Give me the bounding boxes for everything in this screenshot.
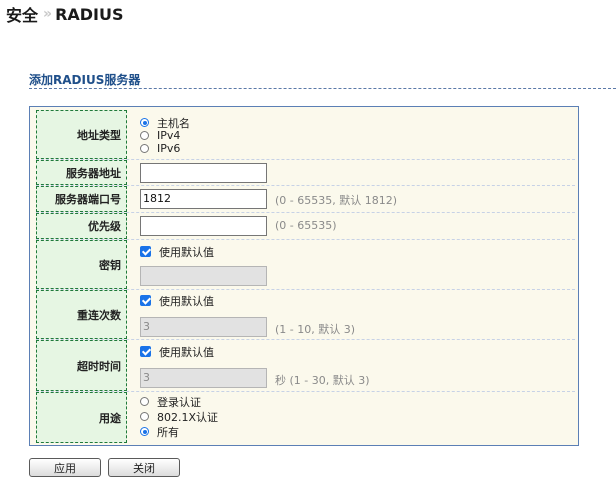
usage-label: 用途 (36, 392, 127, 443)
row-server-port: 服务器端口号 1812 (0 - 65535, 默认 1812) (36, 186, 575, 213)
breadcrumb-separator-icon: » (43, 6, 52, 22)
usage-8021x-option[interactable]: 802.1X认证 (140, 410, 219, 424)
address-type-hostname-option[interactable]: 主机名 (140, 116, 190, 130)
radio-icon[interactable] (140, 412, 149, 421)
breadcrumb-parent: 安全 (6, 6, 39, 25)
address-type-ipv6-label: IPv6 (157, 142, 181, 155)
retry-use-default-checkbox[interactable]: 使用默认值 (140, 294, 214, 308)
breadcrumb-current: RADIUS (55, 4, 124, 24)
usage-login-option[interactable]: 登录认证 (140, 395, 201, 409)
retry-hint: (1 - 10, 默认 3) (275, 323, 356, 336)
page-title: 安全 » RADIUS (6, 3, 124, 26)
priority-label: 优先级 (36, 213, 127, 239)
row-server-address: 服务器地址 (36, 160, 575, 186)
row-timeout: 超时时间 使用默认值 3 秒 (1 - 30, 默认 3) (36, 340, 575, 392)
priority-hint: (0 - 65535) (275, 219, 337, 232)
apply-button[interactable]: 应用 (29, 458, 101, 477)
server-address-input[interactable] (140, 163, 267, 183)
row-usage: 用途 登录认证 802.1X认证 所有 (36, 392, 575, 443)
row-priority: 优先级 (0 - 65535) (36, 213, 575, 240)
timeout-input[interactable]: 3 (140, 368, 267, 388)
key-use-default-label: 使用默认值 (159, 245, 214, 259)
server-port-hint: (0 - 65535, 默认 1812) (275, 194, 398, 207)
key-input[interactable] (140, 266, 267, 286)
add-radius-server-form: 地址类型 主机名 IPv4 IPv6 服务器地址 服务器端口号 1812 (0 … (29, 106, 579, 446)
usage-8021x-label: 802.1X认证 (157, 410, 219, 424)
address-type-ipv4-label: IPv4 (157, 129, 181, 142)
close-button[interactable]: 关闭 (108, 458, 180, 477)
radio-selected-icon[interactable] (140, 427, 149, 436)
timeout-use-default-checkbox[interactable]: 使用默认值 (140, 345, 214, 359)
checkbox-checked-icon[interactable] (140, 346, 151, 357)
section-divider (29, 88, 616, 89)
radio-icon[interactable] (140, 397, 149, 406)
priority-input[interactable] (140, 216, 267, 236)
key-use-default-checkbox[interactable]: 使用默认值 (140, 245, 214, 259)
usage-all-label: 所有 (157, 425, 179, 439)
key-label: 密钥 (36, 240, 127, 289)
address-type-label: 地址类型 (36, 110, 127, 159)
radio-icon[interactable] (140, 131, 149, 140)
checkbox-checked-icon[interactable] (140, 295, 151, 306)
row-address-type: 地址类型 主机名 IPv4 IPv6 (36, 110, 575, 160)
section-title: 添加RADIUS服务器 (29, 73, 141, 87)
usage-all-option[interactable]: 所有 (140, 425, 179, 439)
server-port-input[interactable]: 1812 (140, 189, 267, 209)
retry-label: 重连次数 (36, 290, 127, 339)
timeout-hint: 秒 (1 - 30, 默认 3) (275, 374, 370, 387)
row-retry: 重连次数 使用默认值 3 (1 - 10, 默认 3) (36, 290, 575, 340)
radio-selected-icon[interactable] (140, 118, 149, 127)
row-key: 密钥 使用默认值 (36, 240, 575, 290)
retry-use-default-label: 使用默认值 (159, 294, 214, 308)
server-address-label: 服务器地址 (36, 160, 127, 185)
address-type-ipv6-option[interactable]: IPv6 (140, 142, 180, 155)
server-port-label: 服务器端口号 (36, 186, 127, 212)
radio-icon[interactable] (140, 144, 149, 153)
checkbox-checked-icon[interactable] (140, 246, 151, 257)
retry-input[interactable]: 3 (140, 317, 267, 337)
timeout-use-default-label: 使用默认值 (159, 345, 214, 359)
usage-login-label: 登录认证 (157, 395, 201, 409)
timeout-label: 超时时间 (36, 340, 127, 391)
address-type-ipv4-option[interactable]: IPv4 (140, 129, 180, 142)
